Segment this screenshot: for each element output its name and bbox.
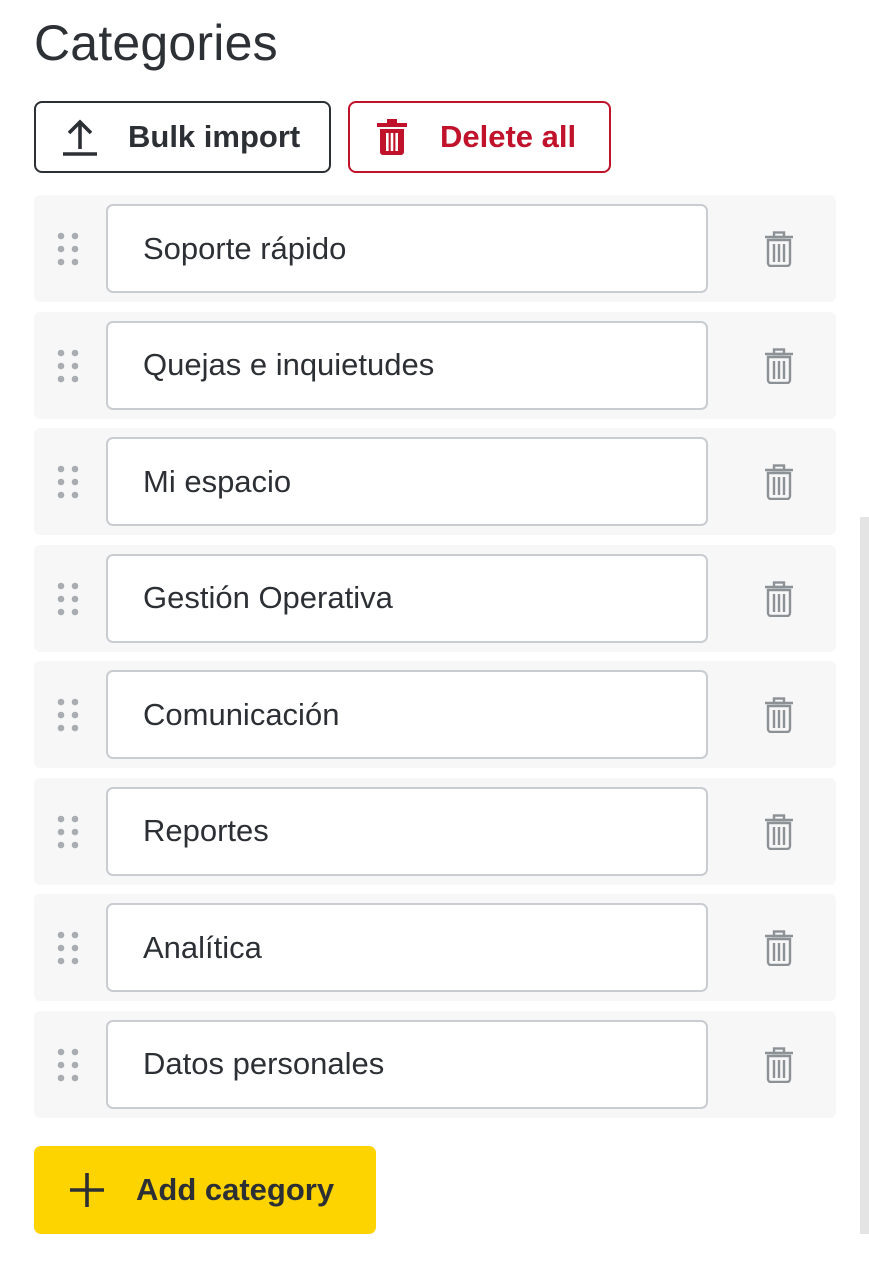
add-category-label: Add category [136, 1172, 335, 1207]
bulk-import-label: Bulk import [128, 119, 301, 154]
trash-icon[interactable] [764, 464, 794, 500]
drag-handle-icon[interactable] [56, 581, 80, 617]
trash-icon[interactable] [764, 231, 794, 267]
trash-icon[interactable] [764, 813, 794, 850]
scrollbar[interactable] [860, 517, 869, 1234]
category-name-input[interactable] [106, 553, 708, 643]
category-row [34, 1010, 836, 1118]
category-row [34, 777, 836, 885]
category-name-input[interactable] [106, 320, 708, 410]
trash-icon [376, 119, 408, 155]
category-row [34, 311, 836, 419]
trash-icon[interactable] [764, 580, 794, 617]
add-category-button[interactable]: Add category [34, 1146, 376, 1234]
trash-icon[interactable] [764, 347, 794, 384]
category-name-input[interactable] [106, 670, 708, 759]
drag-handle-icon[interactable] [56, 930, 80, 966]
category-row [34, 661, 836, 768]
drag-handle-icon[interactable] [56, 231, 80, 267]
category-row [34, 894, 836, 1001]
drag-handle-icon[interactable] [56, 348, 80, 384]
category-list [34, 195, 836, 1127]
category-name-input[interactable] [106, 903, 708, 992]
category-row [34, 428, 836, 535]
delete-all-button[interactable]: Delete all [348, 101, 611, 173]
drag-handle-icon[interactable] [56, 1047, 80, 1083]
trash-icon[interactable] [764, 697, 794, 733]
page-title: Categories [34, 15, 278, 71]
category-name-input[interactable] [106, 204, 708, 293]
bulk-import-button[interactable]: Bulk import [34, 101, 331, 173]
upload-icon [60, 117, 100, 157]
plus-icon [68, 1171, 106, 1209]
drag-handle-icon[interactable] [56, 814, 80, 850]
categories-page: Categories Bulk import Delete all Soport… [0, 0, 869, 1280]
category-name-input[interactable] [106, 1019, 708, 1109]
drag-handle-icon[interactable] [56, 464, 80, 500]
trash-icon[interactable] [764, 930, 794, 966]
category-name-input[interactable] [106, 437, 708, 526]
category-row [34, 544, 836, 652]
category-name-input[interactable] [106, 786, 708, 876]
drag-handle-icon[interactable] [56, 697, 80, 733]
trash-icon[interactable] [764, 1046, 794, 1083]
category-row [34, 195, 836, 302]
delete-all-label: Delete all [440, 119, 577, 154]
